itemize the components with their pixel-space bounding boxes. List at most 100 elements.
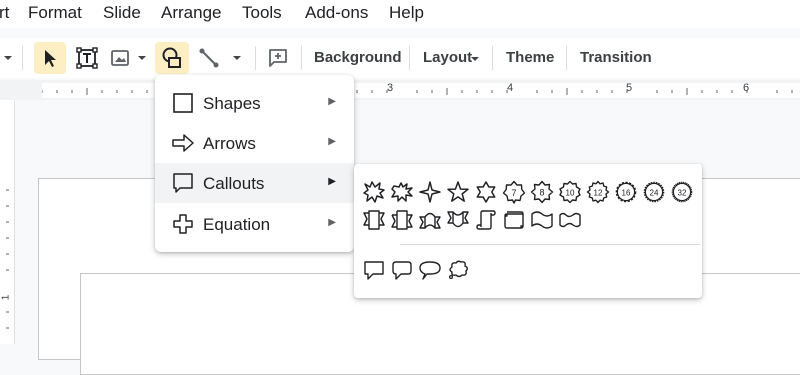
menu-item-arrows[interactable]: Arrows ▶ — [155, 123, 354, 163]
vertical-ruler: 1 — [0, 100, 15, 344]
horizontal-scroll-icon — [504, 211, 524, 229]
menu-item-callouts[interactable]: Callouts ▶ — [155, 163, 354, 203]
submenu-arrow-icon: ▶ — [328, 136, 336, 147]
menu-arrange[interactable]: Arrange — [161, 3, 221, 23]
explosion-2-shape[interactable] — [389, 179, 415, 205]
star-16-shape[interactable]: 16 — [613, 179, 639, 205]
menu-help[interactable]: Help — [389, 3, 424, 23]
star-8-shape[interactable]: 8 — [529, 179, 555, 205]
explosion-1-shape[interactable] — [361, 179, 387, 205]
star-7-icon: 7 — [502, 180, 526, 204]
dropdown-arrow-icon — [233, 56, 241, 60]
submenu-divider — [400, 244, 700, 245]
star-8-icon: 8 — [530, 180, 554, 204]
ellipse-ribbon-2-shape[interactable] — [445, 207, 471, 233]
theme-button[interactable]: Theme — [506, 42, 554, 74]
image-icon — [111, 50, 129, 66]
star-7-shape[interactable]: 7 — [501, 179, 527, 205]
layout-button[interactable]: Layout — [423, 42, 472, 74]
dropdown-arrow-icon — [138, 56, 146, 60]
star-12-shape[interactable]: 12 — [585, 179, 611, 205]
star-5-icon — [447, 181, 469, 202]
horizontal-scroll-shape[interactable] — [501, 207, 527, 233]
menu-tools[interactable]: Tools — [242, 3, 282, 23]
dropdown-arrow-icon — [471, 57, 479, 61]
callouts-submenu: 7 8 10 12 16 24 32 — [354, 164, 702, 298]
star-6-icon — [476, 181, 496, 203]
star-10-shape[interactable]: 10 — [557, 179, 583, 205]
ruler-number: 1 — [0, 294, 12, 301]
menu-insert[interactable]: rt — [0, 3, 9, 23]
star-16-icon: 16 — [615, 181, 637, 203]
add-comment-button[interactable] — [263, 42, 293, 74]
line-icon — [199, 48, 219, 68]
vertical-scroll-shape[interactable] — [473, 207, 499, 233]
select-tool-button[interactable] — [34, 42, 66, 74]
line-tool-button[interactable] — [194, 42, 224, 74]
text-box-icon — [76, 47, 98, 69]
double-wave-shape[interactable] — [557, 207, 583, 233]
image-dropdown-button[interactable] — [134, 42, 150, 74]
ruler-number: 5 — [626, 82, 633, 94]
toolbar-divider — [255, 46, 256, 70]
star-4-shape[interactable] — [417, 179, 443, 205]
rounded-rectangular-callout-shape[interactable] — [389, 257, 415, 283]
star-4-icon — [419, 181, 441, 203]
comment-icon — [269, 49, 287, 67]
toolbar-divider — [301, 46, 302, 70]
vertical-scroll-icon — [476, 210, 496, 230]
ribbon-2-shape[interactable] — [389, 207, 415, 233]
star-label: 8 — [539, 188, 544, 198]
cloud-callout-shape[interactable] — [445, 257, 471, 283]
background-button[interactable]: Background — [314, 42, 402, 74]
oval-callout-shape[interactable] — [417, 257, 443, 283]
shape-icon — [162, 47, 181, 68]
line-dropdown-button[interactable] — [228, 42, 246, 74]
transition-button[interactable]: Transition — [580, 42, 652, 74]
wave-shape[interactable] — [529, 207, 555, 233]
star-6-shape[interactable] — [473, 179, 499, 205]
star-32-shape[interactable]: 32 — [669, 179, 695, 205]
ellipse-ribbon-1-shape[interactable] — [417, 207, 443, 233]
submenu-arrow-icon: ▶ — [328, 176, 336, 187]
ribbon-1-shape[interactable] — [361, 207, 387, 233]
toolbar-divider — [492, 46, 493, 70]
menu-format[interactable]: Format — [28, 3, 82, 23]
menu-addons[interactable]: Add-ons — [305, 3, 368, 23]
arrow-right-outline-icon — [172, 134, 194, 152]
star-32-icon: 32 — [671, 181, 693, 203]
toolbar-divider — [566, 46, 567, 70]
star-24-shape[interactable]: 24 — [641, 179, 667, 205]
menu-item-equation[interactable]: Equation ▶ — [155, 204, 354, 244]
speech-bubble-icon — [173, 173, 193, 193]
star-label: 10 — [566, 189, 575, 198]
star-5-shape[interactable] — [445, 179, 471, 205]
star-12-icon: 12 — [586, 180, 610, 204]
insert-image-button[interactable] — [106, 42, 134, 74]
menu-item-shapes[interactable]: Shapes ▶ — [155, 83, 354, 123]
plus-outline-icon — [173, 214, 193, 234]
square-icon — [173, 93, 193, 113]
star-24-icon: 24 — [643, 181, 665, 203]
wave-icon — [531, 211, 553, 229]
menu-item-label: Arrows — [203, 134, 256, 153]
rectangular-callout-icon — [364, 261, 384, 280]
oval-callout-icon — [419, 261, 441, 280]
shape-tool-button[interactable] — [155, 42, 189, 74]
cloud-callout-icon — [448, 260, 468, 280]
text-box-button[interactable] — [72, 42, 102, 74]
zoom-dropdown-button[interactable] — [0, 42, 16, 74]
menu-slide[interactable]: Slide — [103, 3, 141, 23]
rectangular-callout-shape[interactable] — [361, 257, 387, 283]
menu-item-label: Equation — [203, 215, 271, 234]
explosion-1-icon — [363, 181, 385, 203]
star-label: 16 — [622, 189, 631, 198]
select-cursor-icon — [45, 50, 56, 67]
ruler-number: 6 — [743, 82, 750, 94]
toolbar-divider — [22, 46, 23, 70]
star-label: 24 — [650, 189, 659, 198]
toolbar-divider — [409, 46, 410, 70]
ruler-number: 3 — [387, 82, 394, 94]
star-10-icon: 10 — [559, 180, 581, 204]
star-label: 32 — [678, 189, 687, 198]
